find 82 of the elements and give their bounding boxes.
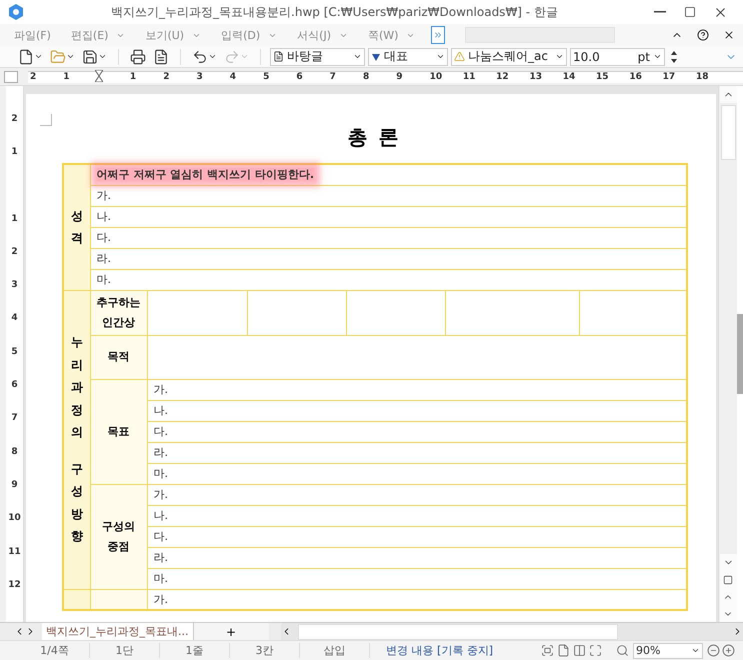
minimize-icon bbox=[654, 11, 666, 13]
line-text: 어쩌구 저쩌구 열심히 백지쓰기 타이핑한다. bbox=[96, 168, 314, 182]
table-cell: 마. bbox=[147, 568, 687, 589]
app-logo-icon bbox=[8, 3, 24, 21]
search-icon[interactable] bbox=[616, 644, 629, 657]
save-icon bbox=[82, 48, 98, 64]
line-text: 가. bbox=[96, 189, 111, 202]
table-cell: 다. bbox=[147, 526, 687, 547]
status-item: 1단 bbox=[90, 643, 160, 658]
status-item: 삽입 bbox=[300, 643, 370, 658]
line-text: 라. bbox=[96, 252, 111, 265]
table-cell: 가. bbox=[147, 484, 687, 505]
full-view-icon[interactable] bbox=[541, 644, 554, 657]
table-cell: 가. bbox=[147, 589, 687, 610]
caret-icon bbox=[34, 52, 43, 61]
caret-icon bbox=[240, 52, 249, 61]
print-button[interactable] bbox=[128, 48, 148, 64]
warning-icon bbox=[454, 51, 465, 62]
maximize-icon bbox=[684, 6, 696, 18]
fit-view-icon[interactable] bbox=[589, 644, 602, 657]
folder-icon bbox=[50, 48, 66, 64]
caret-icon bbox=[208, 52, 217, 61]
group-label: 구성의 중점 bbox=[90, 484, 147, 589]
close-icon[interactable] bbox=[723, 29, 735, 41]
group-label: 목표 bbox=[90, 379, 147, 484]
redo-icon bbox=[224, 48, 240, 64]
help-icon[interactable] bbox=[697, 29, 709, 41]
caret-icon bbox=[66, 52, 75, 61]
width-view-icon[interactable] bbox=[573, 644, 586, 657]
table-cell bbox=[90, 589, 147, 610]
track-changes-status[interactable]: 변경 내용 [기록 중지] bbox=[386, 643, 541, 658]
table-cell: 나. bbox=[147, 400, 687, 421]
document-tab[interactable]: 백지쓰기_누리과정_목표내... bbox=[42, 622, 194, 640]
status-item: 1/4쪽 bbox=[20, 643, 90, 658]
table-cell: 나. bbox=[147, 505, 687, 526]
horizontal-ruler: 2 1 1 2 3 4 5 6 7 8 9 10 11 12 13 14 15 16 17 18 bbox=[28, 70, 743, 82]
side-panel-handle[interactable] bbox=[737, 314, 743, 394]
caret-icon bbox=[691, 646, 700, 655]
scroll-thumb[interactable] bbox=[720, 105, 736, 160]
zoom-field[interactable]: 90% bbox=[633, 642, 703, 658]
status-item: 3칸 bbox=[230, 643, 300, 658]
zoom-out-icon[interactable] bbox=[707, 644, 720, 657]
style-dropdown[interactable]: 바탕글 bbox=[270, 48, 365, 66]
horizontal-scrollbar[interactable] bbox=[280, 622, 743, 640]
scroll-thumb[interactable] bbox=[298, 624, 618, 640]
indent-marker-icon[interactable] bbox=[94, 70, 103, 82]
font-dropdown[interactable]: 나눔스퀘어_ac bbox=[451, 48, 567, 66]
caret-icon bbox=[98, 52, 107, 61]
printer-icon bbox=[130, 48, 146, 64]
group-label: 목적 bbox=[90, 335, 147, 379]
caret-icon bbox=[555, 52, 564, 61]
document-icon bbox=[18, 48, 34, 64]
table-cell: 다. bbox=[147, 421, 687, 442]
window-title: 백지쓰기_누리과정_목표내용분리.hwp [C:₩Users₩pariz₩Downloads₩] - 한글 bbox=[110, 4, 559, 20]
section-label: 누리과정의 구성방향 bbox=[63, 290, 90, 589]
language-dropdown[interactable]: 대표 bbox=[368, 48, 448, 66]
caret-icon bbox=[353, 52, 362, 61]
zoom-in-icon[interactable] bbox=[722, 644, 735, 657]
table-cell: 가. bbox=[147, 379, 687, 400]
table-cell: 라. bbox=[147, 442, 687, 463]
spinner-arrows-icon bbox=[670, 48, 678, 64]
caret-icon bbox=[653, 52, 662, 61]
spinner-button[interactable] bbox=[668, 48, 680, 64]
undo-icon bbox=[192, 48, 208, 64]
paragraph-icon bbox=[273, 51, 284, 62]
new-tab-button[interactable]: + bbox=[194, 622, 268, 640]
line-text: 마. bbox=[96, 273, 111, 286]
expand-button[interactable] bbox=[431, 26, 446, 44]
caret-icon bbox=[436, 52, 445, 61]
page-view-icon[interactable] bbox=[557, 644, 570, 657]
line-text: 다. bbox=[96, 231, 111, 244]
double-chevron-icon bbox=[433, 30, 444, 40]
line-text: 나. bbox=[96, 210, 111, 223]
document-heading: 총 론 bbox=[346, 124, 402, 151]
font-size-field[interactable]: 10.0 pt bbox=[570, 48, 665, 66]
table-cell bbox=[63, 589, 90, 610]
vertical-scrollbar[interactable] bbox=[718, 86, 737, 622]
status-item: 1줄 bbox=[160, 643, 230, 658]
table-cell: 라. bbox=[147, 547, 687, 568]
group-label: 추구하는 인간상 bbox=[90, 290, 147, 335]
section-label: 성격 bbox=[63, 164, 90, 290]
table-cell: 마. bbox=[147, 463, 687, 484]
